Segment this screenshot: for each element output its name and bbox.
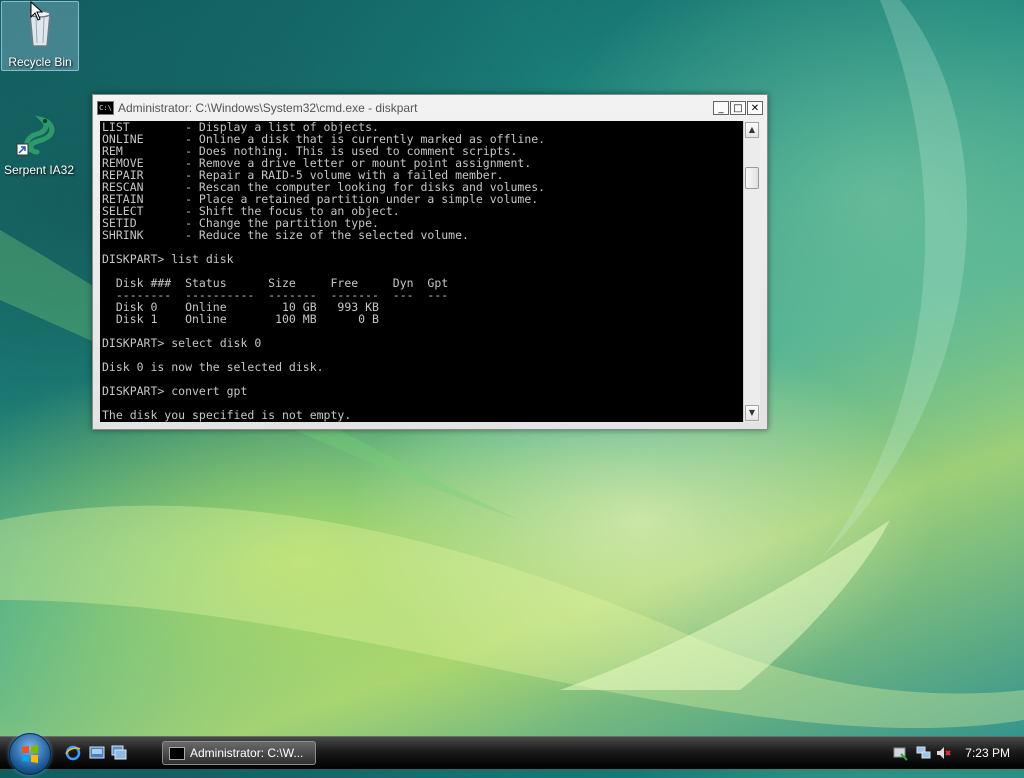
console-area[interactable]: LIST - Display a list of objects. ONLINE … xyxy=(100,121,760,422)
serpent-ia32-label: Serpent IA32 xyxy=(3,163,75,177)
show-desktop-icon[interactable] xyxy=(89,745,105,761)
scroll-up-arrow-icon[interactable]: ▲ xyxy=(745,122,759,138)
minimize-button[interactable]: _ xyxy=(713,101,729,115)
windows-logo-icon xyxy=(22,745,38,763)
recycle-bin-label: Recycle Bin xyxy=(8,55,72,69)
serpent-ia32-shortcut[interactable]: Serpent IA32 xyxy=(1,110,77,177)
cmd-window[interactable]: C:\ Administrator: C:\Windows\System32\c… xyxy=(92,94,768,430)
system-tray: 7:23 PM xyxy=(884,737,1024,769)
cmd-taskbar-icon xyxy=(169,746,185,760)
window-title: Administrator: C:\Windows\System32\cmd.e… xyxy=(118,101,418,115)
serpent-shortcut-icon xyxy=(16,115,55,156)
volume-muted-icon[interactable] xyxy=(936,745,952,761)
cmd-titlebar[interactable]: C:\ Administrator: C:\Windows\System32\c… xyxy=(97,99,763,117)
clock[interactable]: 7:23 PM xyxy=(965,746,1010,760)
console-line: DISKPART> select disk 0 xyxy=(102,336,262,350)
console-line: Disk 1 Online 100 MB 0 B xyxy=(102,312,379,326)
switch-windows-icon[interactable] xyxy=(111,745,127,761)
console-line: SHRINK - Reduce the size of the selected… xyxy=(102,228,469,242)
maximize-button[interactable]: □ xyxy=(730,101,746,115)
scroll-thumb[interactable] xyxy=(745,167,759,189)
console-line: DISKPART> list disk xyxy=(102,252,234,266)
close-button[interactable]: ✕ xyxy=(747,101,763,115)
console-output[interactable]: LIST - Display a list of objects. ONLINE … xyxy=(100,121,743,422)
cmd-app-icon[interactable]: C:\ xyxy=(97,101,114,115)
console-line: The disk you specified is not empty. xyxy=(102,408,352,422)
scroll-down-arrow-icon[interactable]: ▼ xyxy=(745,405,759,421)
console-line: DISKPART> convert gpt xyxy=(102,384,248,398)
internet-explorer-icon[interactable] xyxy=(65,745,81,761)
taskbar-button-cmd[interactable]: Administrator: C:\W... xyxy=(162,741,316,765)
vertical-scrollbar[interactable]: ▲ ▼ xyxy=(743,121,760,422)
security-icon[interactable] xyxy=(892,745,908,761)
taskbar: Administrator: C:\W... 7:23 PM xyxy=(0,733,1024,775)
mouse-cursor-icon xyxy=(30,1,44,21)
network-icon[interactable] xyxy=(916,745,932,761)
taskbar-button-label: Administrator: C:\W... xyxy=(190,746,304,760)
console-line: Disk 0 is now the selected disk. xyxy=(102,360,324,374)
start-button[interactable] xyxy=(9,733,51,775)
